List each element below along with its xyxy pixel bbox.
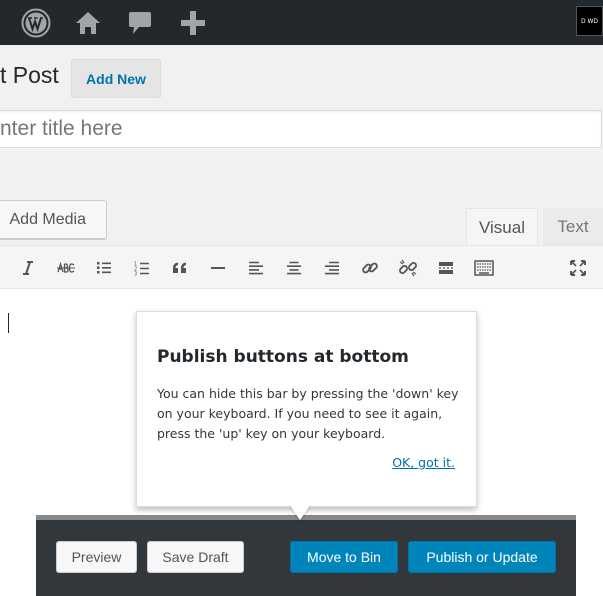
page-title: t Post — [0, 62, 59, 88]
add-media-button[interactable]: Add Media — [0, 200, 107, 239]
title-placeholder: nter title here — [0, 117, 123, 140]
toolbar-toggle-icon[interactable] — [472, 256, 496, 280]
tab-visual[interactable]: Visual — [466, 208, 538, 246]
plus-icon[interactable] — [177, 0, 209, 45]
horizontal-rule-icon[interactable] — [206, 256, 230, 280]
text-cursor — [8, 313, 9, 333]
align-right-icon[interactable] — [320, 256, 344, 280]
unlink-icon[interactable] — [396, 256, 420, 280]
popover-arrow — [289, 504, 311, 520]
align-left-icon[interactable] — [244, 256, 268, 280]
pointer-popover: Publish buttons at bottom You can hide t… — [136, 311, 477, 507]
dismiss-link[interactable]: OK, got it. — [392, 455, 455, 470]
popover-title: Publish buttons at bottom — [157, 347, 409, 367]
popover-body: You can hide this bar by pressing the 'd… — [157, 386, 459, 441]
comment-icon[interactable] — [125, 0, 155, 45]
tab-text[interactable]: Text — [543, 208, 603, 246]
avatar[interactable]: D WD — [576, 6, 603, 36]
italic-icon[interactable] — [16, 256, 40, 280]
read-more-icon[interactable] — [434, 256, 458, 280]
align-center-icon[interactable] — [282, 256, 306, 280]
publish-button[interactable]: Publish or Update — [408, 541, 556, 573]
add-new-button[interactable]: Add New — [71, 59, 161, 98]
admin-bar: D WD — [0, 0, 603, 45]
strikethrough-icon[interactable] — [54, 256, 78, 280]
blockquote-icon[interactable] — [168, 256, 192, 280]
wordpress-logo-icon[interactable] — [20, 0, 52, 45]
link-icon[interactable] — [358, 256, 382, 280]
move-to-bin-button[interactable]: Move to Bin — [290, 541, 398, 573]
home-icon[interactable] — [72, 0, 104, 45]
save-draft-button[interactable]: Save Draft — [147, 541, 244, 573]
preview-button[interactable]: Preview — [56, 541, 137, 573]
numbered-list-icon[interactable]: 1 2 3 — [130, 256, 154, 280]
add-media-label: Add Media — [9, 210, 87, 228]
fullscreen-icon[interactable] — [566, 256, 590, 280]
svg-text:3: 3 — [134, 271, 137, 276]
bullet-list-icon[interactable] — [92, 256, 116, 280]
editor-toolbar: 1 2 3 — [0, 245, 603, 289]
